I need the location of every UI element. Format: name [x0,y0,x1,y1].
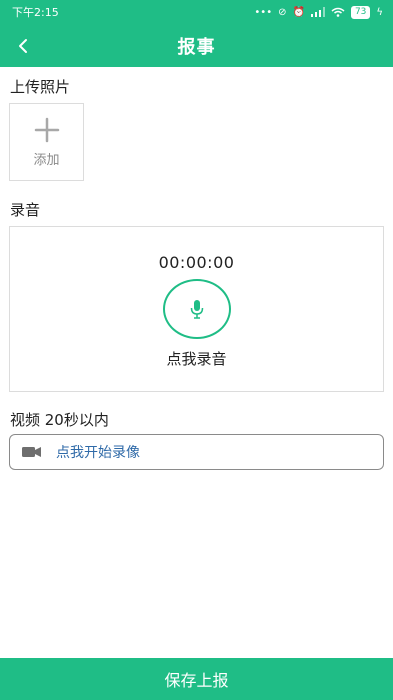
audio-section-label: 录音 [10,201,41,219]
add-photo-label: 添加 [33,152,60,168]
page-title: 报事 [177,36,216,58]
save-report-button[interactable]: 保存上报 [0,658,393,700]
add-photo-button[interactable]: 添加 [9,103,84,181]
back-arrow-icon[interactable] [14,36,34,56]
record-button[interactable] [163,279,231,339]
record-timer: 00:00:00 [158,253,235,272]
photo-section-label: 上传照片 [10,78,71,96]
microphone-icon [190,300,204,319]
status-bar: 下午2:15 ••• ⊘ ⏰ 73 ϟ [0,0,393,24]
start-video-button[interactable]: 点我开始录像 [9,434,384,470]
record-label: 点我录音 [166,350,227,368]
battery-icon: 73 [350,5,371,19]
more-dots-icon: ••• [254,6,273,18]
save-report-label: 保存上报 [164,671,229,690]
charging-icon: ϟ [376,6,383,18]
signal-icon [310,7,325,17]
audio-record-panel: 00:00:00 点我录音 [9,226,384,392]
status-time: 下午2:15 [12,6,59,19]
video-camera-icon [22,447,41,457]
silent-icon: ⊘ [278,6,287,18]
plus-icon [34,117,59,142]
alarm-icon: ⏰ [292,6,305,18]
video-section-label: 视频 20秒以内 [10,411,109,429]
start-video-label: 点我开始录像 [56,445,140,461]
app-header: 报事 [0,24,393,67]
wifi-icon [331,7,345,17]
status-icons: ••• ⊘ ⏰ 73 ϟ [254,5,383,19]
